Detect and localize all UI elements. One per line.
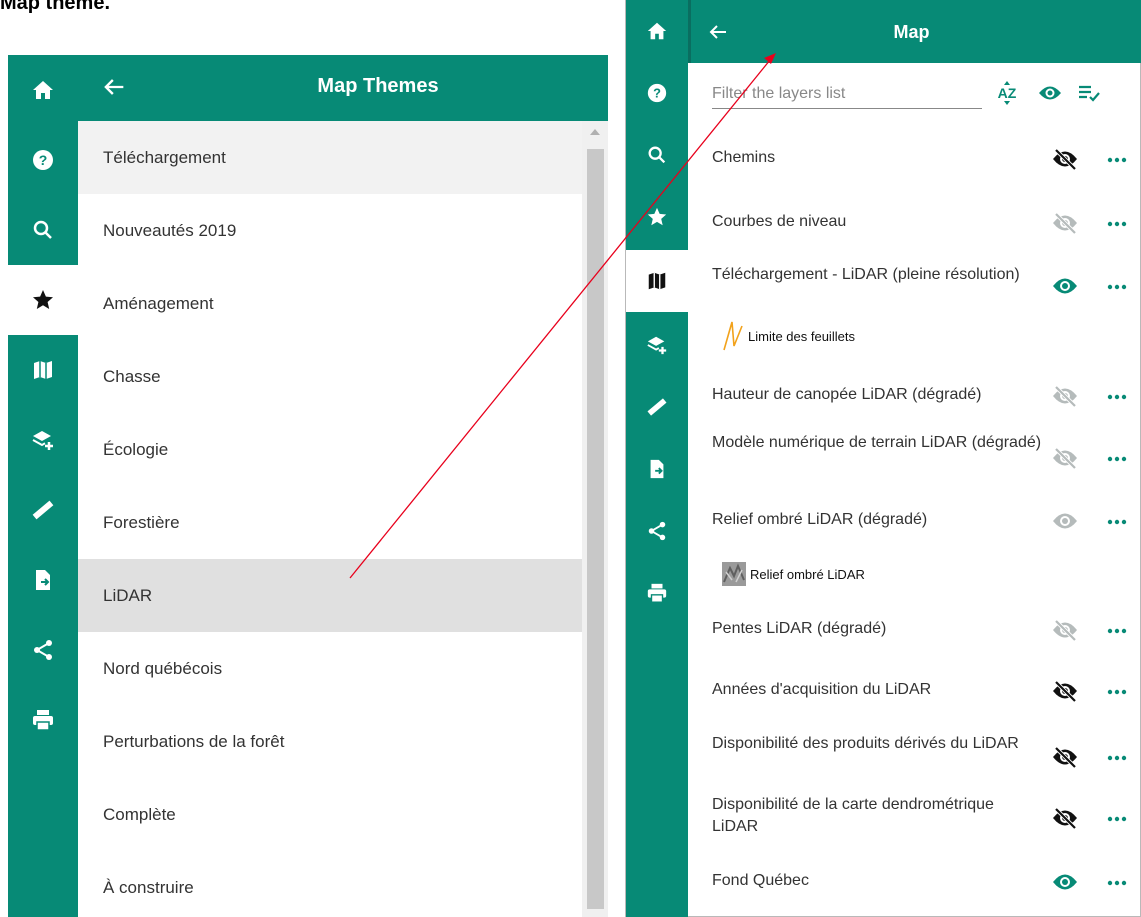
eye-hidden-icon[interactable] (1050, 211, 1080, 235)
more-options-icon[interactable] (1102, 870, 1132, 894)
layer-name: Téléchargement - LiDAR (pleine résolutio… (712, 266, 1020, 283)
map-header: Map (688, 0, 1141, 63)
theme-item-selected[interactable]: LiDAR (78, 559, 582, 632)
eye-hidden-icon[interactable] (1050, 618, 1080, 642)
layer-filter-input[interactable] (712, 79, 982, 109)
star-icon[interactable] (626, 186, 688, 248)
theme-item[interactable]: Perturbations de la forêt (78, 705, 582, 778)
layer-name: Hauteur de canopée LiDAR (dégradé) (712, 386, 982, 403)
svg-text:?: ? (653, 86, 661, 101)
more-options-icon[interactable] (1102, 618, 1132, 642)
right-sidebar-rail: ? (626, 0, 688, 917)
theme-item[interactable]: Forestière (78, 486, 582, 559)
legend-label: Limite des feuillets (748, 328, 855, 344)
help-icon[interactable]: ? (8, 125, 78, 195)
eye-hidden-icon[interactable] (1050, 147, 1080, 171)
layer-name: Courbes de niveau (712, 213, 847, 230)
svg-text:?: ? (39, 152, 48, 168)
panel-title: Map Themes (317, 75, 439, 97)
more-options-icon[interactable] (1102, 147, 1132, 171)
layer-row[interactable]: Fond Québec (712, 870, 1141, 894)
checklist-icon[interactable] (1075, 80, 1103, 106)
more-options-icon[interactable] (1102, 509, 1132, 533)
layer-name: Modèle numérique de terrain LiDAR (dégra… (712, 434, 1042, 451)
line-legend-icon (723, 321, 743, 351)
layer-row[interactable]: Relief ombré LiDAR (dégradé) (712, 509, 1141, 533)
star-icon[interactable] (8, 265, 78, 335)
layer-name: Fond Québec (712, 872, 809, 889)
theme-item[interactable]: Chasse (78, 340, 582, 413)
eye-visible-icon[interactable] (1050, 509, 1080, 533)
layer-name: Disponibilité de la carte dendrométrique… (712, 796, 994, 835)
layer-row[interactable]: Modèle numérique de terrain LiDAR (dégra… (712, 432, 1141, 476)
add-layer-icon[interactable] (8, 405, 78, 475)
layer-row[interactable]: Pentes LiDAR (dégradé) (712, 618, 1141, 642)
share-icon[interactable] (8, 615, 78, 685)
layer-name: Chemins (712, 149, 776, 166)
more-options-icon[interactable] (1102, 679, 1132, 703)
theme-item[interactable]: Complète (78, 778, 582, 851)
export-icon[interactable] (626, 438, 688, 500)
layer-row[interactable]: Téléchargement - LiDAR (pleine résolutio… (712, 264, 1141, 308)
eye-hidden-icon[interactable] (1050, 806, 1080, 830)
ruler-icon[interactable] (8, 475, 78, 545)
layer-row[interactable]: Disponibilité de la carte dendrométrique… (712, 794, 1141, 838)
theme-item[interactable]: Écologie (78, 413, 582, 486)
scroll-up-icon[interactable] (590, 129, 600, 135)
print-icon[interactable] (8, 685, 78, 755)
theme-item[interactable]: Aménagement (78, 267, 582, 340)
more-options-icon[interactable] (1102, 806, 1132, 830)
add-layer-icon[interactable] (626, 314, 688, 376)
eye-visible-icon[interactable] (1050, 870, 1080, 894)
eye-visible-icon[interactable] (1050, 274, 1080, 298)
more-options-icon[interactable] (1102, 446, 1132, 470)
theme-item[interactable]: Téléchargement (78, 121, 582, 194)
left-sidebar-rail: ? (8, 55, 78, 917)
legend-label: Relief ombré LiDAR (750, 566, 865, 582)
map-themes-header: Map Themes (78, 55, 608, 121)
home-icon[interactable] (8, 55, 78, 125)
theme-item[interactable]: Nouveautés 2019 (78, 194, 582, 267)
legend-item: Limite des feuillets (722, 320, 855, 352)
eye-hidden-icon[interactable] (1050, 446, 1080, 470)
layer-name: Relief ombré LiDAR (dégradé) (712, 511, 928, 528)
search-icon[interactable] (626, 124, 688, 186)
panel-title: Map (893, 22, 930, 42)
eye-hidden-icon[interactable] (1050, 384, 1080, 408)
export-icon[interactable] (8, 545, 78, 615)
legend-item: Relief ombré LiDAR (722, 562, 865, 586)
layer-row[interactable]: Hauteur de canopée LiDAR (dégradé) (712, 384, 1141, 408)
ruler-icon[interactable] (626, 376, 688, 438)
search-icon[interactable] (8, 195, 78, 265)
theme-item[interactable]: Nord québécois (78, 632, 582, 705)
layer-row[interactable]: Années d'acquisition du LiDAR (712, 679, 1141, 703)
raster-legend-icon (722, 562, 746, 586)
map-icon[interactable] (8, 335, 78, 405)
theme-list: Téléchargement Nouveautés 2019 Aménageme… (78, 121, 582, 917)
sort-az-icon[interactable]: AZ (993, 80, 1021, 106)
print-icon[interactable] (626, 562, 688, 624)
eye-icon[interactable] (1036, 80, 1064, 106)
layer-name: Années d'acquisition du LiDAR (712, 681, 932, 698)
map-icon[interactable] (626, 250, 688, 312)
more-options-icon[interactable] (1102, 745, 1132, 769)
caption-text: Map theme. (0, 0, 111, 14)
theme-list-scrollbar[interactable] (582, 121, 608, 917)
layer-row[interactable]: Disponibilité des produits dérivés du Li… (712, 733, 1141, 777)
layer-name: Pentes LiDAR (dégradé) (712, 620, 887, 637)
layer-name: Disponibilité des produits dérivés du Li… (712, 735, 1019, 752)
help-icon[interactable]: ? (626, 62, 688, 124)
sort-label: AZ (998, 85, 1017, 101)
more-options-icon[interactable] (1102, 384, 1132, 408)
home-icon[interactable] (626, 0, 688, 62)
more-options-icon[interactable] (1102, 211, 1132, 235)
eye-hidden-icon[interactable] (1050, 745, 1080, 769)
theme-item[interactable]: À construire (78, 851, 582, 917)
layer-row[interactable]: Chemins (712, 147, 1141, 171)
more-options-icon[interactable] (1102, 274, 1132, 298)
eye-hidden-icon[interactable] (1050, 679, 1080, 703)
share-icon[interactable] (626, 500, 688, 562)
layer-row[interactable]: Courbes de niveau (712, 211, 1141, 235)
scrollbar-thumb[interactable] (587, 149, 604, 909)
